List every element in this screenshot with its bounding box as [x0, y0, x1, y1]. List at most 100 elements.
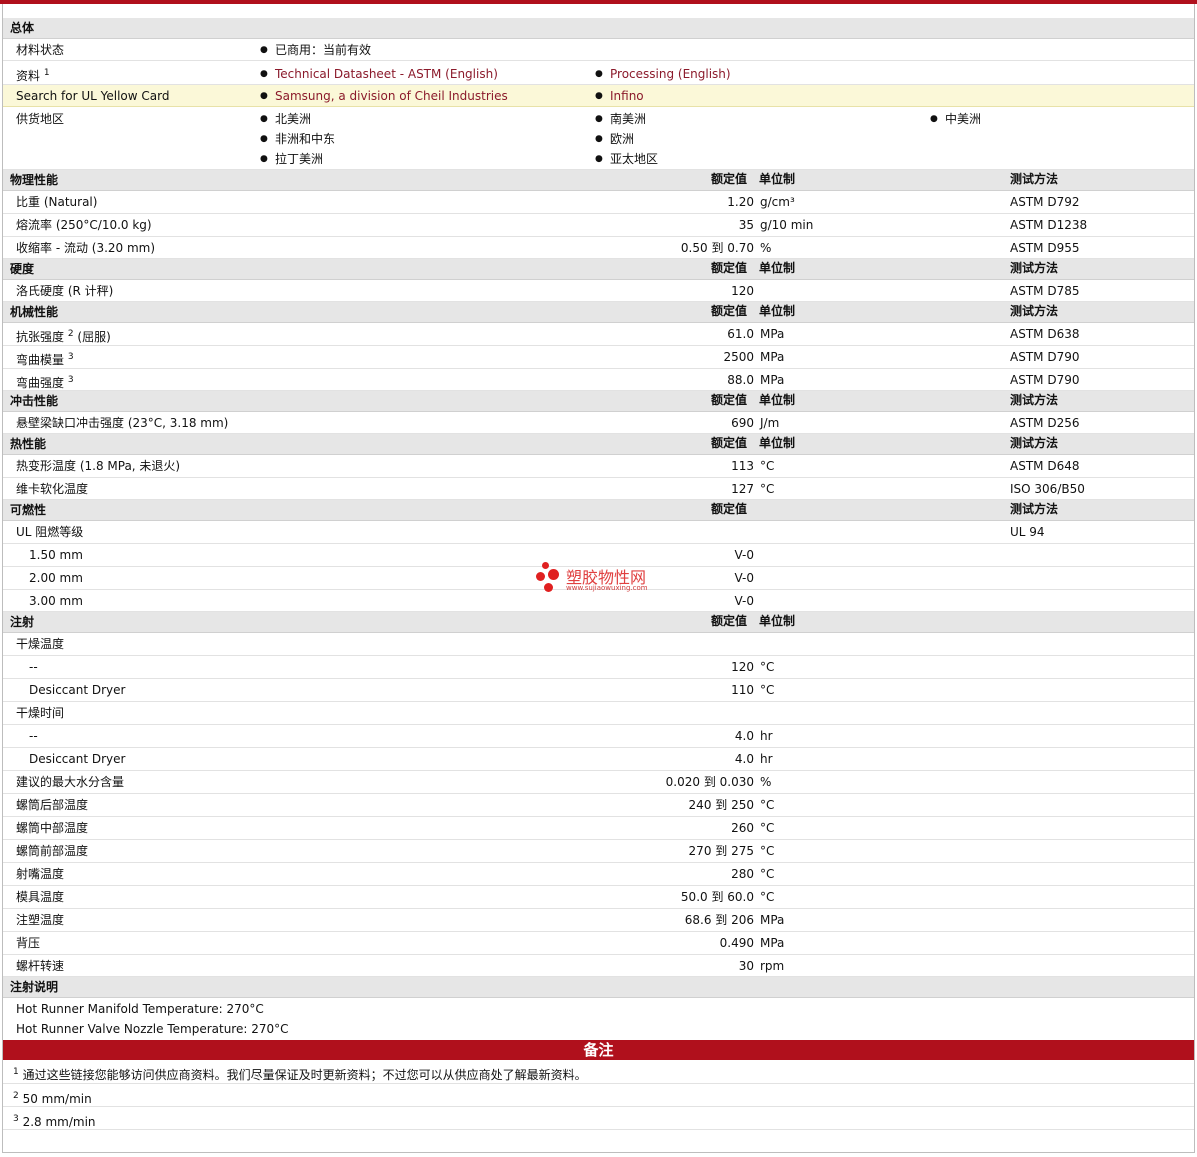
property-unit: °C [760, 821, 775, 835]
table-row: 干燥时间 [3, 702, 1194, 725]
col-unit: 单位制 [759, 304, 796, 318]
property-label: 熔流率 (250°C/10.0 kg) [16, 218, 152, 232]
col-nominal: 额定值 [711, 502, 748, 516]
property-unit: MPa [760, 913, 785, 927]
table-row: 抗张强度 2 (屈服) 61.0 MPa ASTM D638 [3, 323, 1194, 346]
property-value: 68.6 到 206 [684, 913, 754, 927]
watermark-logo-icon [544, 583, 553, 592]
property-sublabel: 3.00 mm [29, 594, 83, 608]
documents-label: 资料 1 [16, 68, 50, 83]
property-value: 260 [731, 821, 754, 835]
property-value: V-0 [734, 571, 754, 585]
property-unit: MPa [760, 327, 785, 341]
table-row: Desiccant Dryer 110 °C [3, 679, 1194, 702]
table-row: 热变形温度 (1.8 MPa, 未退火) 113 °C ASTM D648 [3, 455, 1194, 478]
footnote-row: 3 2.8 mm/min [3, 1107, 1194, 1130]
property-label: 注塑温度 [16, 913, 65, 927]
property-unit: % [760, 775, 772, 789]
table-row: 熔流率 (250°C/10.0 kg) 35 g/10 min ASTM D12… [3, 214, 1194, 237]
material-status-label: 材料状态 [16, 43, 65, 57]
col-method: 测试方法 [1010, 393, 1059, 407]
property-unit: °C [760, 683, 775, 697]
property-label: 弯曲强度 3 [16, 375, 74, 390]
property-sublabel: Desiccant Dryer [29, 683, 126, 697]
table-row: 建议的最大水分含量 0.020 到 0.030 % [3, 771, 1194, 794]
table-row: 弯曲模量 3 2500 MPa ASTM D790 [3, 346, 1194, 369]
property-label: 背压 [16, 936, 41, 950]
section-title: 冲击性能 [10, 394, 59, 408]
test-method: ASTM D785 [1010, 284, 1080, 298]
footnote-row: 1 通过这些链接您能够访问供应商资料。我们尽量保证及时更新资料；不过您可以从供应… [3, 1060, 1194, 1084]
property-value: 270 到 275 [688, 844, 754, 858]
property-value: 4.0 [734, 752, 754, 766]
property-label: 螺杆转速 [16, 959, 65, 973]
property-sublabel: Desiccant Dryer [29, 752, 126, 766]
col-nominal: 额定值 [711, 304, 748, 318]
tech-datasheet-link[interactable]: Technical Datasheet - ASTM (English) [260, 66, 498, 82]
supply-region-row: 供货地区 北美洲 南美洲 中美洲 非洲和中东 欧洲 拉丁美洲 亚太地区 [3, 107, 1194, 170]
region-item: 亚太地区 [595, 151, 658, 167]
footnote-row: 2 50 mm/min [3, 1084, 1194, 1107]
table-row: 背压 0.490 MPa [3, 932, 1194, 955]
col-nominal: 额定值 [711, 172, 748, 186]
property-sublabel: -- [29, 729, 38, 743]
property-label: 抗张强度 2 (屈服) [16, 329, 111, 344]
col-unit: 单位制 [759, 172, 796, 186]
property-value: 88.0 [727, 373, 754, 387]
col-unit: 单位制 [759, 393, 796, 407]
section-title: 热性能 [10, 437, 47, 451]
section-header-injection: 注射 额定值 单位制 [3, 612, 1194, 633]
col-unit: 单位制 [759, 261, 796, 275]
col-method: 测试方法 [1010, 436, 1059, 450]
ul-supplier-link[interactable]: Samsung, a division of Cheil Industries [260, 88, 508, 104]
section-title: 可燃性 [10, 503, 47, 517]
col-method: 测试方法 [1010, 304, 1059, 318]
property-label: UL 阻燃等级 [16, 525, 84, 539]
table-row: 螺杆转速 30 rpm [3, 955, 1194, 977]
property-unit: MPa [760, 936, 785, 950]
property-sublabel: -- [29, 660, 38, 674]
property-value: 240 到 250 [688, 798, 754, 812]
region-item: 中美洲 [930, 111, 981, 127]
property-value: V-0 [734, 548, 754, 562]
table-row: 干燥温度 [3, 633, 1194, 656]
table-row: 比重 (Natural) 1.20 g/cm³ ASTM D792 [3, 191, 1194, 214]
property-sublabel: 2.00 mm [29, 571, 83, 585]
property-value: 0.50 到 0.70 [680, 241, 754, 255]
region-item: 非洲和中东 [260, 131, 335, 147]
test-method: ASTM D638 [1010, 327, 1080, 341]
property-unit: J/m [760, 416, 780, 430]
ul-product-link[interactable]: Infino [595, 88, 644, 104]
region-item: 南美洲 [595, 111, 646, 127]
property-value: 110 [731, 683, 754, 697]
col-nominal: 额定值 [711, 436, 748, 450]
processing-link[interactable]: Processing (English) [595, 66, 731, 82]
section-header-impact: 冲击性能 额定值 单位制 测试方法 [3, 391, 1194, 412]
test-method: UL 94 [1010, 525, 1045, 539]
section-header-hardness: 硬度 额定值 单位制 测试方法 [3, 259, 1194, 280]
section-title: 硬度 [10, 262, 35, 276]
table-row: 洛氏硬度 (R 计秤) 120 ASTM D785 [3, 280, 1194, 302]
test-method: ASTM D648 [1010, 459, 1080, 473]
material-status-value: 已商用：当前有效 [260, 42, 371, 58]
table-row: 模具温度 50.0 到 60.0 °C [3, 886, 1194, 909]
table-row: 悬壁梁缺口冲击强度 (23°C, 3.18 mm) 690 J/m ASTM D… [3, 412, 1194, 434]
injection-note-line: Hot Runner Manifold Temperature: 270°C [16, 1002, 264, 1016]
table-row: Desiccant Dryer 4.0 hr [3, 748, 1194, 771]
property-unit: hr [760, 752, 773, 766]
section-title: 物理性能 [10, 173, 59, 187]
property-value: 0.020 到 0.030 [665, 775, 754, 789]
section-title: 注射 [10, 615, 35, 629]
table-row: 收缩率 - 流动 (3.20 mm) 0.50 到 0.70 % ASTM D9… [3, 237, 1194, 259]
test-method: ASTM D792 [1010, 195, 1080, 209]
property-label: 收缩率 - 流动 (3.20 mm) [16, 241, 156, 255]
property-label: 干燥时间 [16, 706, 65, 720]
footnote: 3 2.8 mm/min [13, 1114, 96, 1129]
notes-title: 备注 [583, 1041, 614, 1059]
section-header-mechanical: 机械性能 额定值 单位制 测试方法 [3, 302, 1194, 323]
test-method: ASTM D1238 [1010, 218, 1088, 232]
property-unit: °C [760, 459, 775, 473]
property-unit: g/cm³ [760, 195, 795, 209]
property-label: 射嘴温度 [16, 867, 65, 881]
ul-yellow-card-row: Search for UL Yellow Card Samsung, a div… [3, 85, 1194, 107]
